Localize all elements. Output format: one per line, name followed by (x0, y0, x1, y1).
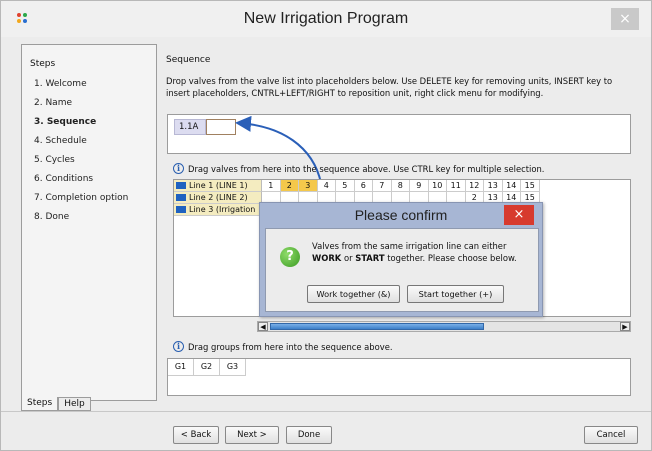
line-color-icon (176, 194, 186, 201)
section-title: Sequence (166, 55, 211, 65)
scroll-right-arrow-icon[interactable]: ▶ (620, 322, 630, 331)
valve-line-name: Line 2 (LINE 2) (189, 193, 248, 202)
valve-cell[interactable]: 2 (280, 180, 299, 192)
tab-steps[interactable]: Steps (21, 397, 59, 411)
step-schedule: 4. Schedule (34, 136, 87, 146)
valve-cell[interactable]: 7 (373, 180, 392, 192)
valve-line-row[interactable]: Line 1 (LINE 1) 1 2 3 4 5 6 7 8 9 10 11 12 13 14 15 (174, 180, 540, 192)
step-conditions: 6. Conditions (34, 174, 94, 184)
valve-line-label[interactable]: Line 2 (LINE 2) (174, 192, 262, 204)
confirm-dialog: Please confirm × ? Valves from the same … (259, 202, 543, 317)
sequence-description: Drop valves from the valve list into pla… (166, 76, 613, 98)
valve-cell[interactable]: 11 (447, 180, 466, 192)
work-together-button[interactable]: Work together (&) (307, 285, 400, 303)
valves-hint-text: Drag valves from here into the sequence … (188, 163, 545, 174)
done-button[interactable]: Done (286, 426, 332, 444)
start-together-button[interactable]: Start together (+) (407, 285, 504, 303)
group-g3[interactable]: G3 (220, 359, 246, 376)
valve-cell[interactable]: 10 (428, 180, 447, 192)
info-icon: i (173, 163, 184, 174)
dialog-body: ? Valves from the same irrigation line c… (265, 228, 539, 312)
sequence-unit-chip[interactable]: 1.1A (174, 119, 206, 135)
valve-cell[interactable]: 4 (317, 180, 336, 192)
groups-hint: i Drag groups from here into the sequenc… (173, 341, 393, 352)
dialog-title: Please confirm (354, 207, 448, 223)
step-sequence: 3. Sequence (34, 117, 97, 127)
steps-panel: Steps 1. Welcome 2. Name 3. Sequence 4. … (21, 44, 157, 401)
info-icon: i (173, 341, 184, 352)
next-button[interactable]: Next > (225, 426, 279, 444)
sequence-placeholder[interactable] (206, 119, 236, 135)
line-color-icon (176, 206, 186, 213)
valve-cell[interactable]: 14 (502, 180, 521, 192)
valve-line-label[interactable]: Line 1 (LINE 1) (174, 180, 262, 192)
step-welcome: 1. Welcome (34, 79, 87, 89)
group-g2[interactable]: G2 (194, 359, 220, 376)
dialog-close-button[interactable]: × (504, 205, 534, 225)
dialog-message-start: START (355, 253, 385, 263)
app-logo-icon (17, 13, 29, 25)
back-button[interactable]: < Back (173, 426, 219, 444)
line-color-icon (176, 182, 186, 189)
question-icon: ? (280, 247, 300, 267)
step-name: 2. Name (34, 98, 72, 108)
dialog-message-work: WORK (312, 253, 342, 263)
dialog-message: Valves from the same irrigation line can… (312, 240, 534, 264)
groups-hint-text: Drag groups from here into the sequence … (188, 341, 393, 352)
cancel-button[interactable]: Cancel (584, 426, 638, 444)
valve-cell[interactable]: 13 (484, 180, 503, 192)
group-g1[interactable]: G1 (168, 359, 194, 376)
tab-help[interactable]: Help (58, 397, 91, 411)
footer-divider (1, 411, 651, 412)
steps-tabs: Steps Help (21, 397, 91, 411)
step-done: 8. Done (34, 212, 70, 222)
group-list[interactable]: G1 G2 G3 (167, 358, 631, 396)
window-title: New Irrigation Program (243, 10, 409, 27)
valve-line-name: Line 1 (LINE 1) (189, 181, 248, 190)
sequence-drop-area[interactable]: 1.1A (167, 114, 631, 154)
dialog-message-or: or (341, 253, 356, 263)
dialog-message-tail: together. Please choose below. (384, 253, 517, 263)
valve-cell[interactable]: 12 (465, 180, 484, 192)
valve-cell[interactable]: 15 (521, 180, 540, 192)
valve-cell[interactable]: 9 (410, 180, 429, 192)
horizontal-scrollbar[interactable]: ◀ ▶ (257, 321, 631, 332)
step-cycles: 5. Cycles (34, 155, 75, 165)
valve-cell[interactable]: 8 (391, 180, 410, 192)
valve-cell[interactable]: 6 (354, 180, 373, 192)
valve-line-name: Line 3 (Irrigation (189, 205, 256, 214)
valve-cell[interactable]: 3 (299, 180, 318, 192)
valves-hint: i Drag valves from here into the sequenc… (173, 163, 544, 174)
wizard-window: New Irrigation Program × Steps 1. Welcom… (0, 0, 652, 451)
title-bar[interactable]: New Irrigation Program × (1, 1, 651, 37)
valve-line-label[interactable]: Line 3 (Irrigation (174, 204, 262, 216)
close-window-button[interactable]: × (611, 8, 639, 30)
scroll-thumb[interactable] (270, 323, 484, 330)
valve-cell[interactable]: 1 (262, 180, 281, 192)
step-completion-option: 7. Completion option (34, 193, 129, 203)
steps-heading: Steps (30, 59, 56, 69)
scroll-left-arrow-icon[interactable]: ◀ (258, 322, 268, 331)
valve-cell[interactable]: 5 (336, 180, 355, 192)
dialog-message-line1: Valves from the same irrigation line can… (312, 241, 507, 251)
